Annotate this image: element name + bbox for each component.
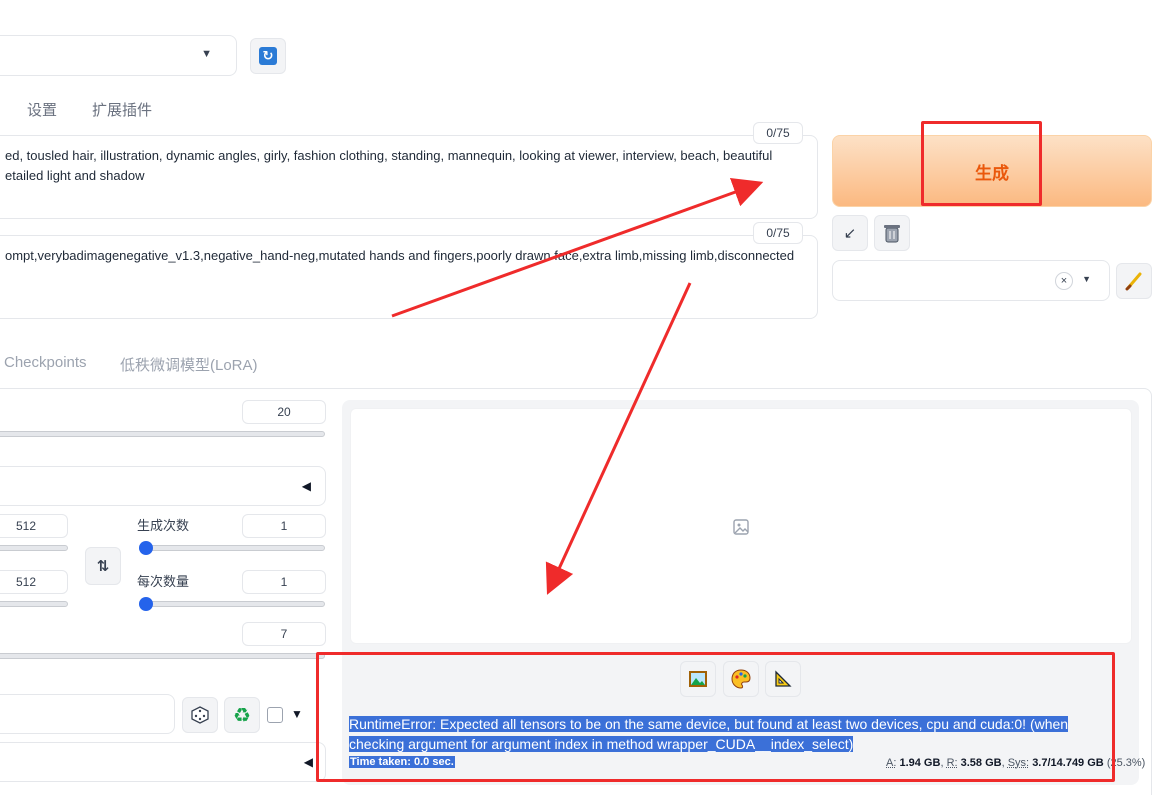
arrow-to-output	[545, 282, 692, 595]
annotation-arrows	[391, 178, 764, 595]
arrow-to-generate	[391, 178, 764, 318]
